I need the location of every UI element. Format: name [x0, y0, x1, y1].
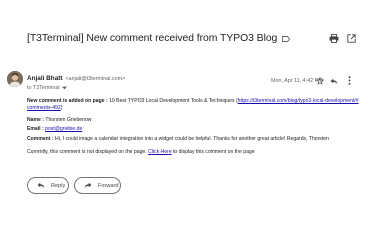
star-icon[interactable]	[316, 77, 324, 85]
name-value: Thorsten Griebenow	[45, 117, 92, 123]
email-date: Mon, Apr 11, 4:42 PM	[271, 78, 323, 84]
name-line: Name : Thorsten Griebenow	[27, 117, 91, 124]
status-line: Currently, this comment is not displayed…	[27, 149, 255, 156]
sender-name[interactable]: Anjali Bhatt	[27, 75, 63, 82]
recipient-text: to T3Terminal	[27, 85, 60, 91]
reply-icon	[37, 182, 45, 189]
reply-label: Reply	[51, 182, 66, 189]
name-label: Name :	[27, 117, 44, 123]
email-label: Email :	[27, 126, 44, 132]
page-link[interactable]: https://t3terminal.com/blog/typo3-local-…	[238, 98, 359, 104]
page-link-cont[interactable]: comments-492	[27, 105, 61, 111]
status-text-after: to display this comment on the page	[173, 149, 255, 155]
status-text: Currently, this comment is not displayed…	[27, 149, 147, 155]
page-close-paren: )	[60, 105, 63, 111]
page-line-cont: comments-492)	[27, 105, 62, 112]
chevron-down-icon[interactable]	[61, 86, 67, 90]
comment-line: Comment : Hi, I could image a calendar i…	[27, 136, 329, 143]
reply-button[interactable]: Reply	[27, 177, 69, 194]
label-icon[interactable]	[282, 35, 291, 42]
sender-avatar[interactable]	[7, 71, 23, 87]
print-icon[interactable]	[329, 34, 339, 43]
page-line: New comment is added on page : 10 Best T…	[27, 98, 359, 105]
open-in-new-window-icon[interactable]	[347, 34, 356, 43]
sender-row: Anjali Bhatt <anjali@t3terminal.com>	[27, 75, 125, 82]
comment-label: Comment :	[27, 136, 54, 142]
forward-label: Forward	[98, 182, 119, 189]
forward-icon	[84, 182, 92, 189]
reply-icon[interactable]	[330, 78, 338, 85]
more-options-icon[interactable]	[348, 76, 351, 85]
page-title: 10 Best TYPO3 Local Development Tools & …	[109, 98, 238, 104]
comment-value: Hi, I could image a calendar integration…	[55, 136, 329, 142]
recipient-row[interactable]: to T3Terminal	[27, 85, 67, 91]
page-label: New comment is added on page :	[27, 98, 108, 104]
commenter-email-link[interactable]: post@griebie.de	[45, 126, 82, 132]
sender-email: <anjali@t3terminal.com>	[65, 76, 126, 82]
click-here-link[interactable]: Click Here	[148, 149, 172, 155]
forward-button[interactable]: Forward	[74, 177, 121, 194]
email-subject: [T3Terminal] New comment received from T…	[27, 33, 278, 44]
email-line: Email : post@griebie.de	[27, 126, 82, 133]
subject-row: [T3Terminal] New comment received from T…	[27, 33, 291, 44]
